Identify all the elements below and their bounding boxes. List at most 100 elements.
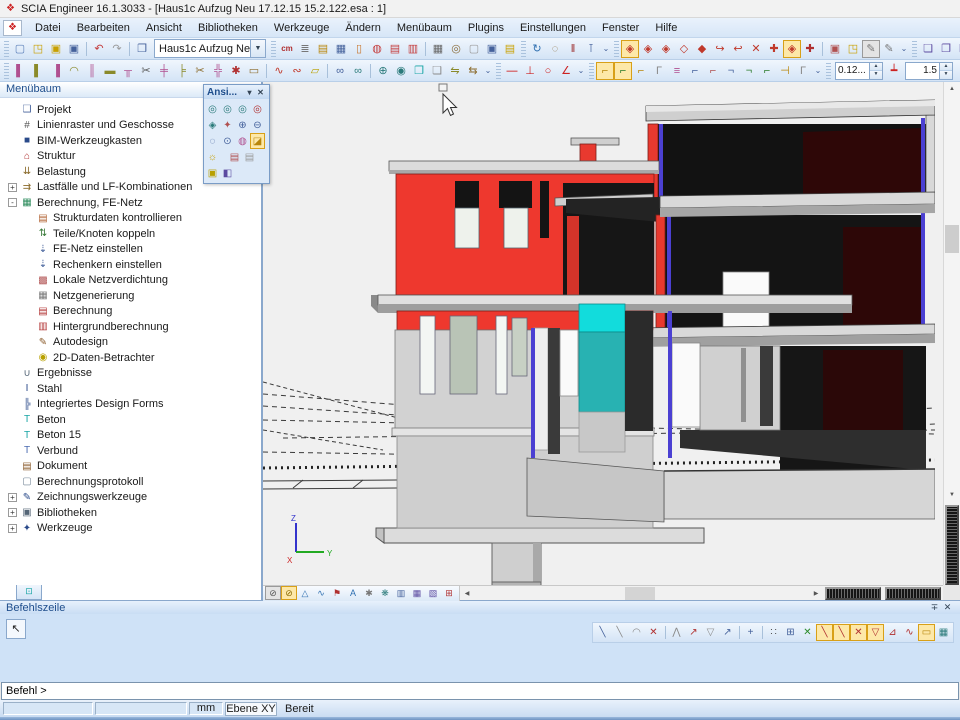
measure-icon[interactable]: ‖ bbox=[564, 40, 582, 58]
axes-triangle-icon[interactable]: △ bbox=[297, 586, 313, 600]
tree-expander[interactable]: + bbox=[8, 524, 17, 533]
tree-item[interactable]: ✎ Autodesign bbox=[0, 335, 261, 351]
wireframe-print-icon[interactable]: ✎ bbox=[862, 40, 880, 58]
status-units[interactable]: mm bbox=[189, 702, 223, 715]
palette-collapse-icon[interactable]: ▾ bbox=[244, 88, 255, 97]
paste-gray-icon[interactable]: ❏ bbox=[428, 62, 446, 80]
hinge-7-icon[interactable]: ⌐ bbox=[704, 62, 722, 80]
new-project-icon[interactable]: ▢ bbox=[11, 40, 29, 58]
scroll-down-icon[interactable]: ▼ bbox=[944, 488, 960, 502]
tree-item[interactable]: + ✎ Zeichnungswerkzeuge bbox=[0, 490, 261, 506]
tree-item[interactable]: T Verbund bbox=[0, 443, 261, 459]
zoom-in-icon[interactable]: ⊕ bbox=[235, 117, 250, 133]
tree-item[interactable]: ⇣ Rechenkern einstellen bbox=[0, 257, 261, 273]
tee-icon[interactable]: ⊥ bbox=[521, 62, 539, 80]
scia-logo-icon[interactable]: ❖ bbox=[3, 20, 22, 36]
tree-item[interactable]: ▤ Strukturdaten kontrollieren bbox=[0, 211, 261, 227]
toolbar-icon[interactable] bbox=[271, 41, 276, 57]
template-icon[interactable]: ❑ bbox=[955, 40, 960, 58]
mesh-size-spinner[interactable]: 0.12... ▲▼ bbox=[835, 62, 883, 80]
beam-arc-icon[interactable]: ◠ bbox=[65, 62, 83, 80]
view-z-icon[interactable]: ◎ bbox=[235, 101, 250, 117]
column-copy-icon[interactable]: ▐ bbox=[47, 62, 65, 80]
labels-abc-icon[interactable]: A bbox=[345, 586, 361, 600]
beam-level-icon[interactable]: ▭ bbox=[245, 62, 263, 80]
polyline-icon[interactable]: ∿ bbox=[270, 62, 288, 80]
view-glasses-icon[interactable]: ∞ bbox=[331, 62, 349, 80]
hinge-4-icon[interactable]: Γ bbox=[650, 62, 668, 80]
move-icon[interactable]: ⇆ bbox=[464, 62, 482, 80]
snap-intersection-icon[interactable]: ✕ bbox=[850, 624, 867, 641]
hinge-9-icon[interactable]: ¬ bbox=[740, 62, 758, 80]
snap-calc-icon[interactable]: ▦ bbox=[935, 624, 952, 641]
toolbar-icon[interactable] bbox=[126, 40, 133, 58]
polygon-icon[interactable]: ▱ bbox=[306, 62, 324, 80]
tree-item[interactable]: ▥ Hintergrundberechnung bbox=[0, 319, 261, 335]
select-cursor-button[interactable]: ↖ bbox=[6, 619, 26, 639]
spinner-down-icon[interactable]: ▼ bbox=[940, 70, 952, 79]
vertical-scroll-thumb[interactable] bbox=[945, 225, 959, 253]
beam-join-icon[interactable]: ╞ bbox=[173, 62, 191, 80]
scroll-up-icon[interactable]: ▲ bbox=[944, 82, 960, 96]
model-canvas[interactable]: Z Y X bbox=[263, 82, 943, 585]
tree-item[interactable]: ╠ Integriertes Design Forms bbox=[0, 397, 261, 413]
tree-item[interactable]: ▤ Dokument bbox=[0, 459, 261, 475]
toolbar-icon[interactable] bbox=[819, 40, 826, 58]
snap-arc-icon[interactable]: ◠ bbox=[628, 624, 645, 641]
layer-manager-icon[interactable]: ▤ bbox=[314, 40, 332, 58]
grid-line-icon[interactable]: ⊞ bbox=[782, 624, 799, 641]
copy-special-icon[interactable]: ❐ bbox=[937, 40, 955, 58]
toolbar-icon[interactable] bbox=[83, 40, 90, 58]
tree-item[interactable]: + ▣ Bibliotheken bbox=[0, 505, 261, 521]
snap-vector-icon[interactable]: ↗ bbox=[719, 624, 736, 641]
tree-expander[interactable]: + bbox=[8, 183, 17, 192]
toolbar-icon[interactable] bbox=[521, 41, 526, 57]
snap-icon[interactable] bbox=[759, 624, 765, 641]
member-undo-icon[interactable]: ↩ bbox=[729, 40, 747, 58]
vertical-zoom-slider[interactable] bbox=[945, 505, 959, 585]
zoom-selection-icon[interactable]: ◌ bbox=[546, 40, 564, 58]
select-binocular-icon[interactable]: ◉ bbox=[392, 62, 410, 80]
horizontal-rotate-slider[interactable] bbox=[885, 587, 941, 600]
visibility-settings-icon[interactable]: ◪ bbox=[250, 133, 265, 149]
toolbar-icon[interactable] bbox=[496, 63, 501, 79]
menu-plugins[interactable]: Plugins bbox=[460, 20, 512, 36]
scroll-right-icon[interactable]: ▶ bbox=[809, 590, 823, 597]
print-icon[interactable]: ▦ bbox=[429, 40, 447, 58]
toolbar-icon[interactable]: ⌄ bbox=[898, 40, 910, 58]
walk-mode-icon[interactable]: ✦ bbox=[220, 117, 235, 133]
toolbar-icon[interactable] bbox=[367, 62, 374, 80]
beam-insert-icon[interactable]: ▬ bbox=[101, 62, 119, 80]
menu-datei[interactable]: Datei bbox=[27, 20, 69, 36]
toolbar-icon[interactable] bbox=[614, 41, 619, 57]
mesh-settings-icon[interactable]: ◍ bbox=[368, 40, 386, 58]
hinge-12-icon[interactable]: Γ bbox=[794, 62, 812, 80]
member-add-icon[interactable]: ✚ bbox=[765, 40, 783, 58]
tree-item[interactable]: I Stahl bbox=[0, 381, 261, 397]
menu-hilfe[interactable]: Hilfe bbox=[647, 20, 685, 36]
menu-fenster[interactable]: Fenster bbox=[594, 20, 647, 36]
render-settings-2-icon[interactable]: ▤ bbox=[242, 149, 257, 165]
copy-parallel-icon[interactable]: ❐ bbox=[410, 62, 428, 80]
vertical-scrollbar[interactable]: ▲ ▼ bbox=[943, 82, 960, 585]
layers-icon[interactable]: ≣ bbox=[296, 40, 314, 58]
render-mode-2-icon[interactable]: ▧ bbox=[425, 586, 441, 600]
tree-item[interactable]: ▤ Berechnung bbox=[0, 304, 261, 320]
menu-einstellungen[interactable]: Einstellungen bbox=[512, 20, 594, 36]
snap-line-icon[interactable]: ╲ bbox=[594, 624, 611, 641]
new-window-icon[interactable]: ❐ bbox=[133, 40, 151, 58]
view-y-icon[interactable]: ◎ bbox=[220, 101, 235, 117]
tree-item[interactable]: ∪ Ergebnisse bbox=[0, 366, 261, 382]
spinner-up-icon[interactable]: ▲ bbox=[940, 63, 952, 71]
snap-curve-icon[interactable]: ∿ bbox=[901, 624, 918, 641]
scale-spinner[interactable]: 1.5 ▲▼ bbox=[905, 62, 953, 80]
print-preview-icon[interactable]: ◎ bbox=[447, 40, 465, 58]
member-move-icon[interactable]: ◈ bbox=[657, 40, 675, 58]
mirror-icon[interactable]: ⇋ bbox=[446, 62, 464, 80]
line-red-icon[interactable]: — bbox=[503, 62, 521, 80]
toolbar-icon[interactable]: ⌄ bbox=[482, 62, 494, 80]
toolbar-icon[interactable] bbox=[912, 41, 917, 57]
hinge-11-icon[interactable]: ⊣ bbox=[776, 62, 794, 80]
close-icon[interactable]: ✕ bbox=[941, 602, 954, 613]
mesh-refine-icon[interactable]: ┷ bbox=[885, 62, 903, 80]
